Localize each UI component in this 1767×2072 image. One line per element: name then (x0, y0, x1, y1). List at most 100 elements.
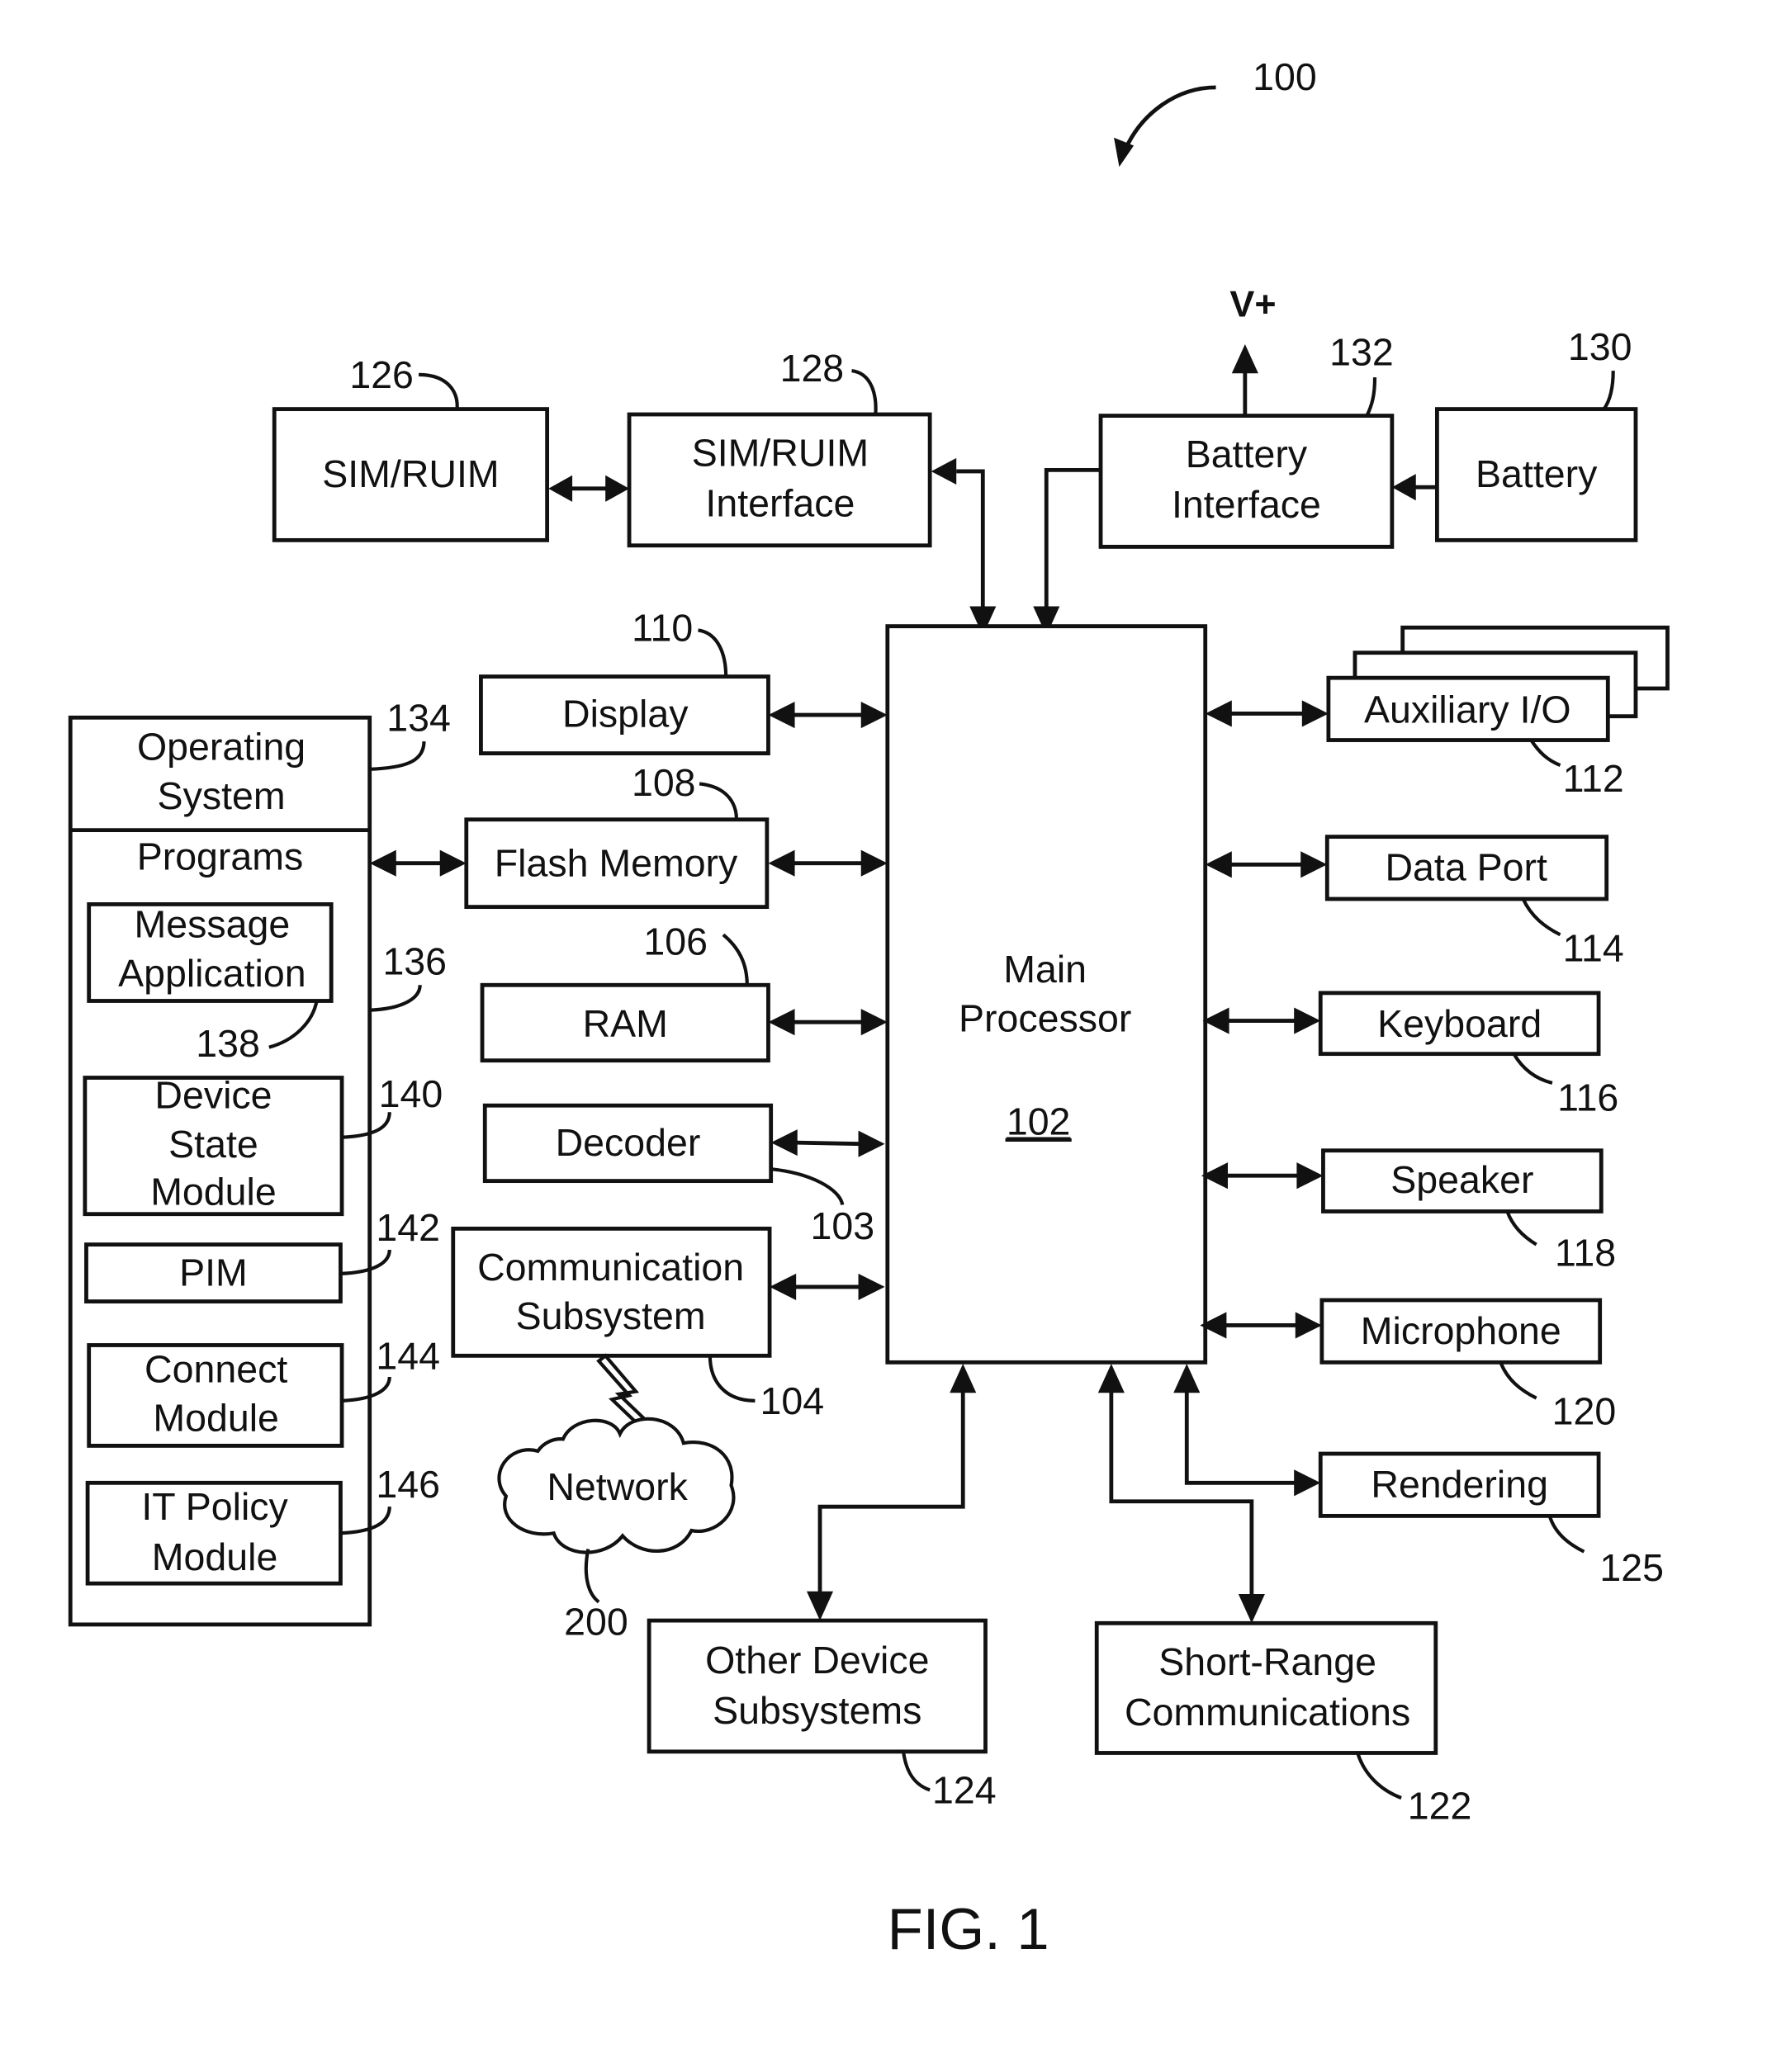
battery-interface-label-1: Battery (1186, 433, 1308, 475)
short-range-communications-block: Short-Range Communications 122 (1094, 1620, 1472, 1828)
sim-interface-link (931, 457, 997, 636)
sim-ruim-block: SIM/RUIM 126 (272, 353, 550, 542)
speaker-link (1201, 1162, 1324, 1190)
communication-subsystem-label-2: Subsystem (516, 1294, 706, 1337)
sim-ruim-interface-block: SIM/RUIM Interface 128 (627, 347, 932, 548)
battery-link (1391, 474, 1438, 501)
connect-module-label-1: Connect (144, 1347, 287, 1390)
battery-interface-label-2: Interface (1172, 483, 1321, 526)
rendering-label: Rendering (1371, 1463, 1548, 1506)
programs-label: Programs (137, 835, 304, 878)
keyboard-block: Keyboard 116 (1318, 991, 1618, 1119)
ref-200: 200 (564, 1601, 628, 1644)
ref-125: 125 (1599, 1546, 1664, 1589)
ref-104: 104 (760, 1379, 825, 1422)
flash-memory-label: Flash Memory (495, 842, 738, 885)
ref-140: 140 (379, 1072, 443, 1115)
it-policy-module-label-1: IT Policy (141, 1485, 288, 1528)
microphone-block: Microphone 120 (1319, 1298, 1617, 1433)
device-state-module-label-3: Module (150, 1170, 277, 1213)
ram-block: RAM 106 (480, 920, 770, 1063)
leader-114 (1521, 898, 1561, 937)
auxiliary-io-block: Auxiliary I/O 112 (1326, 625, 1670, 800)
leader-132 (1365, 377, 1377, 417)
rendering-block: Rendering 125 (1318, 1451, 1664, 1589)
voltage-output: V+ (1229, 282, 1277, 416)
short-range-communications-label-1: Short-Range (1158, 1640, 1376, 1683)
other-device-subsystems-label-2: Subsystems (713, 1689, 921, 1732)
pim-label: PIM (179, 1251, 248, 1294)
ref-103: 103 (810, 1204, 874, 1247)
auxiliary-io-link (1205, 700, 1329, 727)
display-label: Display (562, 693, 689, 736)
main-processor-label-2: Processor (959, 996, 1131, 1039)
keyboard-label: Keyboard (1377, 1002, 1542, 1045)
data-port-label: Data Port (1385, 846, 1547, 889)
leader-110 (698, 628, 728, 677)
speaker-label: Speaker (1390, 1158, 1533, 1201)
display-link (768, 702, 888, 729)
ram-label: RAM (583, 1002, 668, 1045)
leader-122 (1356, 1752, 1402, 1800)
communication-subsystem-link (770, 1273, 885, 1300)
decoder-link (770, 1129, 885, 1157)
data-port-link (1205, 851, 1328, 878)
communication-subsystem-label-1: Communication (477, 1246, 744, 1289)
ref-146: 146 (376, 1463, 440, 1506)
ref-124: 124 (932, 1768, 997, 1811)
other-device-subsystems-link (806, 1363, 977, 1621)
ref-134: 134 (386, 696, 451, 739)
leader-108 (699, 782, 739, 820)
network-block: Network 200 (497, 1417, 736, 1644)
message-application-label-1: Message (135, 903, 291, 946)
microphone-link (1200, 1312, 1322, 1339)
leader-130 (1602, 371, 1615, 410)
main-processor-box (885, 624, 1208, 1365)
decoder-label: Decoder (556, 1121, 701, 1164)
leader-124 (901, 1751, 931, 1792)
leader-200 (584, 1549, 600, 1604)
other-device-subsystems-label-1: Other Device (705, 1639, 929, 1682)
ref-138: 138 (196, 1022, 260, 1065)
data-port-block: Data Port 114 (1324, 835, 1624, 969)
flash-memory-link (768, 849, 888, 877)
ref-112: 112 (1563, 757, 1624, 800)
ref-128: 128 (780, 347, 845, 390)
main-processor-label-1: Main (1003, 948, 1087, 991)
voltage-label: V+ (1229, 282, 1276, 324)
sim-ruim-label: SIM/RUIM (322, 452, 499, 495)
device-pointer-arrow (1124, 85, 1216, 149)
flash-memory-block: Flash Memory 108 (464, 761, 770, 910)
device-state-module-label-2: State (168, 1123, 258, 1166)
ref-122: 122 (1408, 1785, 1472, 1828)
operating-system-label-2: System (158, 774, 286, 817)
ref-132: 132 (1329, 331, 1394, 374)
device-state-module-label-1: Device (154, 1073, 272, 1116)
battery-label: Battery (1476, 452, 1598, 495)
decoder-block: Decoder 103 (482, 1103, 874, 1247)
ref-118: 118 (1555, 1231, 1616, 1274)
leader-125 (1547, 1515, 1585, 1554)
software-stack: Operating System 134 Programs 136 Messag… (68, 696, 451, 1627)
ref-114: 114 (1563, 926, 1624, 969)
short-range-communications-link (1097, 1363, 1265, 1624)
connect-module-block: Connect Module 144 (87, 1334, 440, 1448)
leader-116 (1512, 1053, 1553, 1085)
leader-104 (708, 1355, 756, 1403)
rendering-link (1173, 1363, 1321, 1497)
device-reference: 100 (1114, 55, 1317, 168)
battery-block: Battery 130 (1434, 325, 1638, 542)
leader-103 (770, 1167, 845, 1206)
connect-module-label-2: Module (153, 1397, 279, 1440)
it-policy-module-label-2: Module (152, 1535, 278, 1578)
ref-100: 100 (1253, 55, 1317, 98)
auxiliary-io-label: Auxiliary I/O (1364, 688, 1571, 731)
programs-flash-link (369, 849, 467, 877)
ref-142: 142 (376, 1206, 440, 1249)
figure-caption: FIG. 1 (888, 1896, 1049, 1961)
ref-120: 120 (1552, 1390, 1617, 1433)
sim-ruim-interface-label-1: SIM/RUIM (692, 432, 869, 475)
ref-106: 106 (643, 920, 708, 963)
ref-116: 116 (1557, 1076, 1618, 1119)
ref-126: 126 (349, 353, 414, 396)
